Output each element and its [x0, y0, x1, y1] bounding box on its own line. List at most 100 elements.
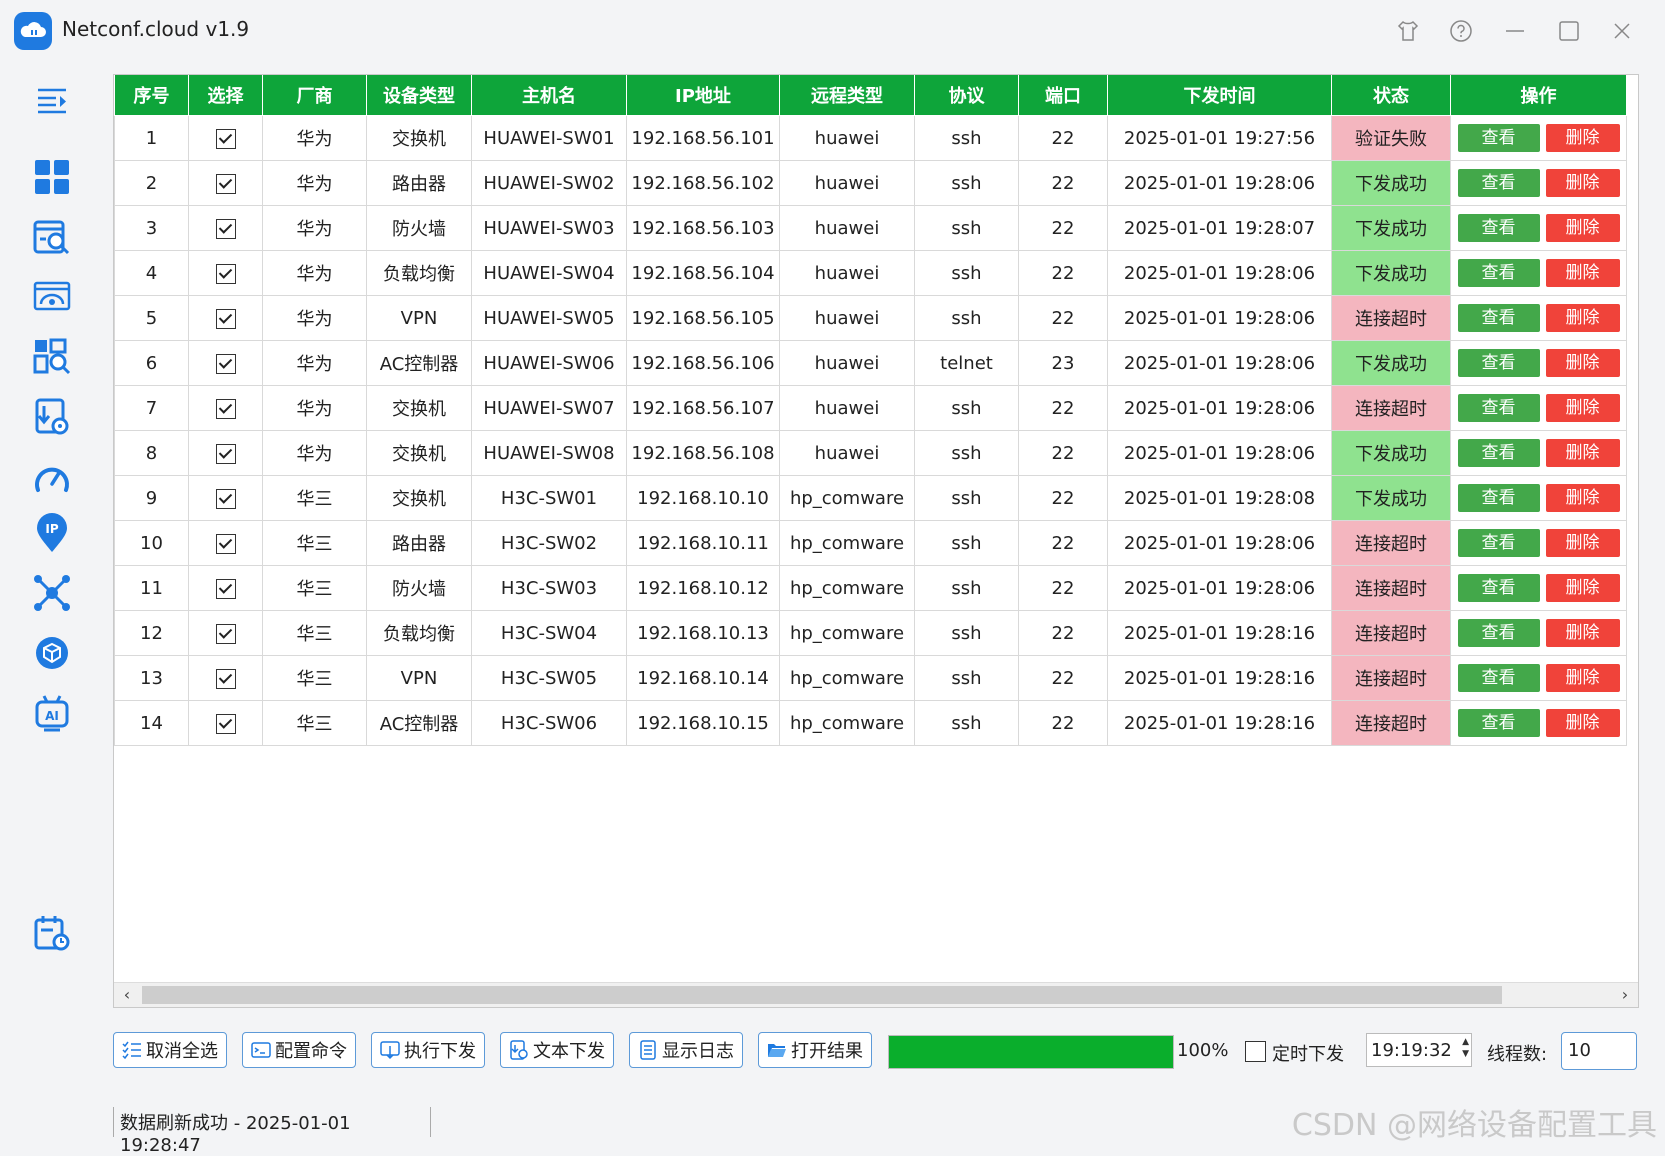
- table-row[interactable]: 8 华为 交换机 HUAWEI-SW08 192.168.56.108 huawei ssh…: [114, 430, 1627, 476]
- checkbox-checked-icon[interactable]: [215, 713, 236, 734]
- view-button[interactable]: 查看: [1457, 664, 1540, 692]
- select-checkbox[interactable]: [188, 115, 263, 161]
- download-config-icon[interactable]: [31, 396, 73, 438]
- view-button[interactable]: 查看: [1457, 484, 1540, 512]
- select-checkbox[interactable]: [188, 250, 263, 296]
- topology-icon[interactable]: [31, 572, 73, 614]
- menu-collapse-icon[interactable]: [31, 80, 73, 122]
- select-checkbox[interactable]: [188, 160, 263, 206]
- view-button[interactable]: 查看: [1457, 349, 1540, 377]
- view-button[interactable]: 查看: [1457, 259, 1540, 287]
- checkbox-checked-icon[interactable]: [215, 353, 236, 374]
- column-header[interactable]: 选择: [188, 75, 263, 116]
- table-row[interactable]: 5 华为 VPN HUAWEI-SW05 192.168.56.105 huawei ssh…: [114, 295, 1627, 341]
- checkbox-checked-icon[interactable]: [215, 533, 236, 554]
- checkbox-checked-icon[interactable]: [215, 128, 236, 149]
- table-row[interactable]: 10 华三 路由器 H3C-SW02 192.168.10.11 hp_comware ss…: [114, 520, 1627, 566]
- delete-button[interactable]: 删除: [1545, 214, 1620, 242]
- column-header[interactable]: 下发时间: [1107, 75, 1332, 116]
- delete-button[interactable]: 删除: [1545, 529, 1620, 557]
- column-header[interactable]: 主机名: [471, 75, 627, 116]
- scroll-right-icon[interactable]: ›: [1614, 983, 1636, 1007]
- view-button[interactable]: 查看: [1457, 709, 1540, 737]
- ip-location-icon[interactable]: IP: [31, 512, 73, 554]
- column-header[interactable]: 序号: [114, 75, 189, 116]
- select-checkbox[interactable]: [188, 610, 263, 656]
- table-row[interactable]: 6 华为 AC控制器 HUAWEI-SW06 192.168.56.106 huawei t…: [114, 340, 1627, 386]
- column-header[interactable]: 端口: [1018, 75, 1108, 116]
- checkbox-checked-icon[interactable]: [215, 398, 236, 419]
- table-row[interactable]: 12 华三 负载均衡 H3C-SW04 192.168.10.13 hp_comware s…: [114, 610, 1627, 656]
- close-icon[interactable]: [1607, 16, 1637, 46]
- table-row[interactable]: 3 华为 防火墙 HUAWEI-SW03 192.168.56.103 huawei ssh…: [114, 205, 1627, 251]
- cube-icon[interactable]: [31, 632, 73, 674]
- table-row[interactable]: 13 华三 VPN H3C-SW05 192.168.10.14 hp_comware ss…: [114, 655, 1627, 701]
- speed-gauge-icon[interactable]: [31, 456, 73, 498]
- delete-button[interactable]: 删除: [1545, 124, 1620, 152]
- threads-input[interactable]: 10: [1561, 1032, 1637, 1070]
- calendar-clock-icon[interactable]: [31, 912, 73, 954]
- show-log-button[interactable]: 显示日志: [629, 1032, 743, 1068]
- horizontal-scrollbar[interactable]: ‹ ›: [114, 982, 1638, 1007]
- timer-checkbox[interactable]: [1245, 1041, 1266, 1062]
- select-checkbox[interactable]: [188, 520, 263, 566]
- gateway-icon[interactable]: [31, 276, 73, 318]
- column-header[interactable]: 状态: [1331, 75, 1451, 116]
- select-checkbox[interactable]: [188, 475, 263, 521]
- delete-button[interactable]: 删除: [1545, 394, 1620, 422]
- view-button[interactable]: 查看: [1457, 124, 1540, 152]
- checkbox-checked-icon[interactable]: [215, 308, 236, 329]
- column-header[interactable]: 厂商: [262, 75, 367, 116]
- scroll-left-icon[interactable]: ‹: [116, 983, 138, 1007]
- checkbox-checked-icon[interactable]: [215, 218, 236, 239]
- select-checkbox[interactable]: [188, 340, 263, 386]
- spinner-arrows-icon[interactable]: ▲ ▼: [1462, 1036, 1469, 1060]
- text-push-button[interactable]: 文本下发: [500, 1032, 614, 1068]
- search-doc-icon[interactable]: [31, 216, 73, 258]
- select-checkbox[interactable]: [188, 565, 263, 611]
- help-icon[interactable]: [1446, 16, 1476, 46]
- scrollbar-thumb[interactable]: [142, 986, 1502, 1004]
- table-row[interactable]: 9 华三 交换机 H3C-SW01 192.168.10.10 hp_comware ssh…: [114, 475, 1627, 521]
- delete-button[interactable]: 删除: [1545, 709, 1620, 737]
- checkbox-checked-icon[interactable]: [215, 623, 236, 644]
- skin-icon[interactable]: [1393, 16, 1423, 46]
- view-button[interactable]: 查看: [1457, 574, 1540, 602]
- config-command-button[interactable]: 配置命令: [242, 1032, 356, 1068]
- checkbox-checked-icon[interactable]: [215, 578, 236, 599]
- delete-button[interactable]: 删除: [1545, 664, 1620, 692]
- deselect-all-button[interactable]: 取消全选: [113, 1032, 227, 1068]
- select-checkbox[interactable]: [188, 655, 263, 701]
- table-row[interactable]: 4 华为 负载均衡 HUAWEI-SW04 192.168.56.104 huawei ss…: [114, 250, 1627, 296]
- time-spinner[interactable]: 19:19:32 ▲ ▼: [1366, 1033, 1472, 1067]
- open-result-button[interactable]: 打开结果: [758, 1032, 872, 1068]
- select-checkbox[interactable]: [188, 295, 263, 341]
- column-header[interactable]: 远程类型: [779, 75, 915, 116]
- select-checkbox[interactable]: [188, 700, 263, 746]
- delete-button[interactable]: 删除: [1545, 349, 1620, 377]
- delete-button[interactable]: 删除: [1545, 439, 1620, 467]
- table-row[interactable]: 1 华为 交换机 HUAWEI-SW01 192.168.56.101 huawei ssh…: [114, 115, 1627, 161]
- checkbox-checked-icon[interactable]: [215, 443, 236, 464]
- checkbox-checked-icon[interactable]: [215, 173, 236, 194]
- checkbox-checked-icon[interactable]: [215, 668, 236, 689]
- select-checkbox[interactable]: [188, 385, 263, 431]
- table-row[interactable]: 7 华为 交换机 HUAWEI-SW07 192.168.56.107 huawei ssh…: [114, 385, 1627, 431]
- table-row[interactable]: 14 华三 AC控制器 H3C-SW06 192.168.10.15 hp_comware…: [114, 700, 1627, 746]
- select-checkbox[interactable]: [188, 430, 263, 476]
- view-button[interactable]: 查看: [1457, 619, 1540, 647]
- maximize-icon[interactable]: [1554, 16, 1584, 46]
- execute-push-button[interactable]: 执行下发: [371, 1032, 485, 1068]
- delete-button[interactable]: 删除: [1545, 169, 1620, 197]
- checkbox-checked-icon[interactable]: [215, 263, 236, 284]
- view-button[interactable]: 查看: [1457, 304, 1540, 332]
- select-checkbox[interactable]: [188, 205, 263, 251]
- view-button[interactable]: 查看: [1457, 169, 1540, 197]
- delete-button[interactable]: 删除: [1545, 259, 1620, 287]
- query-icon[interactable]: [31, 336, 73, 378]
- checkbox-checked-icon[interactable]: [215, 488, 236, 509]
- delete-button[interactable]: 删除: [1545, 304, 1620, 332]
- column-header[interactable]: IP地址: [626, 75, 780, 116]
- ai-robot-icon[interactable]: AI: [31, 692, 73, 734]
- view-button[interactable]: 查看: [1457, 394, 1540, 422]
